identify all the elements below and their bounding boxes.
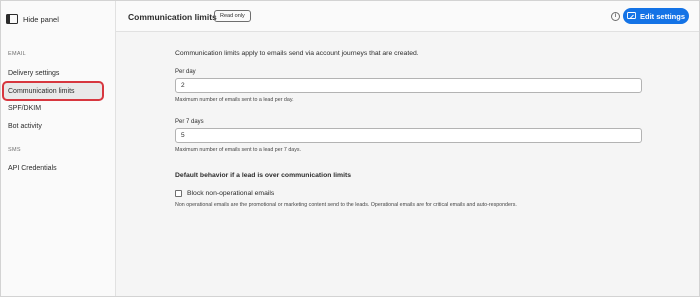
- per-day-value: 2: [181, 82, 185, 89]
- hide-panel-label: Hide panel: [23, 14, 59, 24]
- page-title: Communication limits: [128, 12, 217, 22]
- section-label-sms: SMS: [8, 147, 21, 153]
- per-7-days-input[interactable]: 5: [175, 128, 642, 143]
- edit-settings-button[interactable]: Edit settings: [623, 8, 689, 24]
- sidebar-item-communication-limits[interactable]: Communication limits: [2, 81, 104, 101]
- operational-note: Non operational emails are the promotion…: [175, 202, 517, 208]
- sidebar: Hide panel EMAIL Delivery settings Commu…: [1, 1, 116, 296]
- sidebar-item-api-credentials[interactable]: API Credentials: [4, 160, 102, 176]
- sidebar-item-spf-dkim[interactable]: SPF/DKIM: [4, 100, 102, 116]
- edit-icon: [627, 12, 636, 19]
- page-header: Communication limits Read only i Edit se…: [116, 1, 699, 32]
- intro-text: Communication limits apply to emails sen…: [175, 50, 419, 57]
- sidebar-item-delivery-settings[interactable]: Delivery settings: [4, 65, 102, 81]
- sidebar-item-label: Bot activity: [8, 122, 42, 130]
- per-day-help: Maximum number of emails sent to a lead …: [175, 97, 294, 103]
- sidebar-item-label: SPF/DKIM: [8, 104, 42, 112]
- per-7-days-label: Per 7 days: [175, 119, 204, 125]
- section-label-email: EMAIL: [8, 51, 27, 57]
- per-day-label: Per day: [175, 69, 196, 75]
- info-icon[interactable]: i: [611, 12, 620, 21]
- sidebar-item-bot-activity[interactable]: Bot activity: [4, 118, 102, 134]
- per-7-days-value: 5: [181, 132, 185, 139]
- sidebar-item-label: Communication limits: [8, 87, 75, 95]
- per-7-days-help: Maximum number of emails sent to a lead …: [175, 147, 302, 153]
- checkbox-label: Block non-operational emails: [187, 189, 275, 197]
- app-window: Hide panel EMAIL Delivery settings Commu…: [0, 0, 700, 297]
- per-day-input[interactable]: 2: [175, 78, 642, 93]
- edit-settings-label: Edit settings: [639, 11, 685, 21]
- sidebar-item-label: Delivery settings: [8, 69, 60, 77]
- block-non-operational-checkbox[interactable]: [175, 189, 182, 197]
- sidebar-item-label: API Credentials: [8, 164, 57, 172]
- default-behavior-heading: Default behavior if a lead is over commu…: [175, 172, 352, 179]
- read-only-badge: Read only: [214, 10, 251, 22]
- block-non-operational-checkbox-row[interactable]: Block non-operational emails: [175, 188, 274, 198]
- hide-panel-button[interactable]: Hide panel: [6, 11, 59, 27]
- panel-toggle-icon: [6, 14, 18, 24]
